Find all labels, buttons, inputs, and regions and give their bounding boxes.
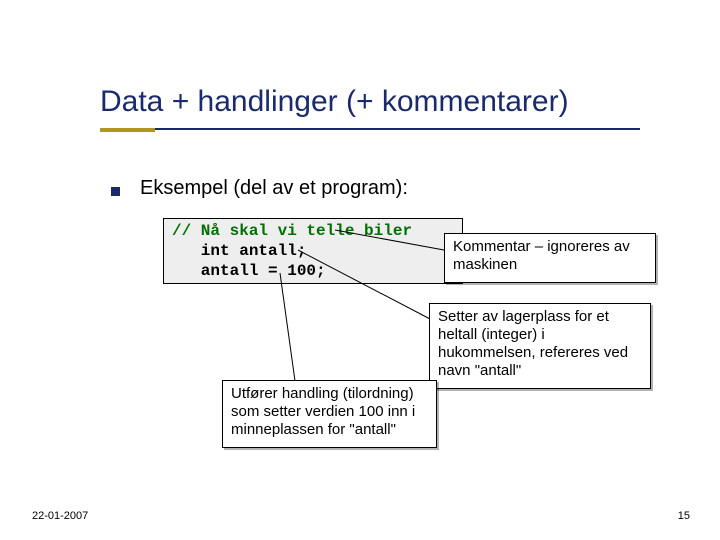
slide-title: Data + handlinger (+ kommentarer) — [100, 85, 569, 119]
annotation-assign: Utfører handling (tilordning) som setter… — [222, 380, 437, 448]
code-line-2: int antall; — [172, 242, 306, 260]
title-accent — [100, 128, 155, 132]
bullet-text: Eksempel (del av et program): — [140, 177, 408, 200]
code-box: // Nå skal vi telle biler int antall; an… — [163, 218, 463, 284]
footer-page-number: 15 — [678, 510, 690, 522]
bullet-square-icon — [111, 187, 120, 196]
title-underline — [100, 128, 640, 130]
code-line-1: // Nå skal vi telle biler — [172, 222, 412, 240]
annotation-storage: Setter av lagerplass for et heltall (int… — [429, 303, 651, 389]
footer-date: 22-01-2007 — [32, 510, 88, 522]
annotation-comment: Kommentar – ignoreres av maskinen — [444, 233, 656, 283]
code-line-3: antall = 100; — [172, 262, 326, 280]
